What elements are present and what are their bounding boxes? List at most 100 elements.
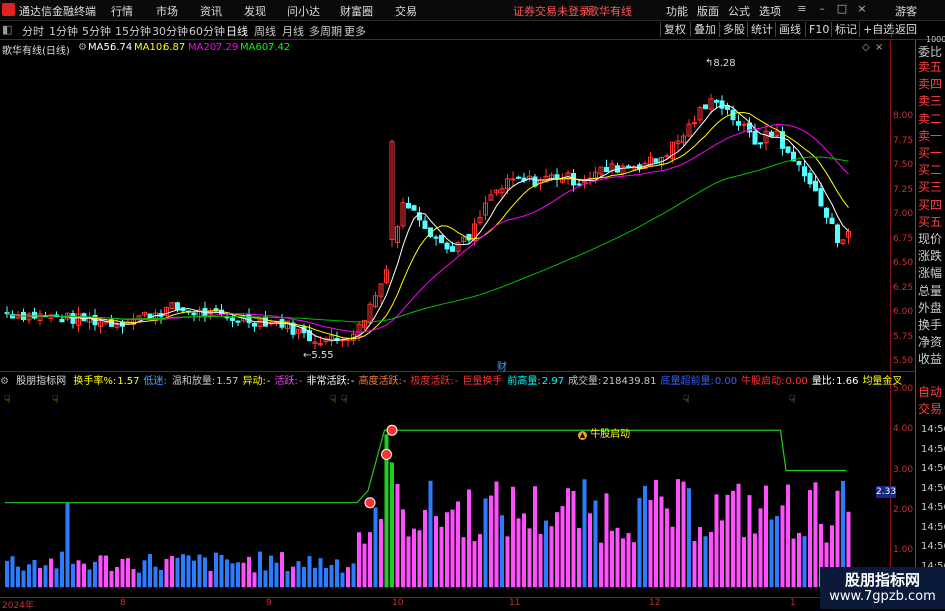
x-tick-year: 2024年: [2, 601, 34, 611]
volume-bar: [533, 486, 537, 588]
period-daily[interactable]: 日线: [226, 23, 248, 39]
period-intraday[interactable]: 分时: [22, 23, 44, 39]
price-y-tick: 7.75: [893, 135, 914, 146]
side-item[interactable]: 涨跌: [918, 249, 945, 263]
menu-layout[interactable]: 版面: [697, 3, 719, 19]
side-weibi-label: 委比: [918, 45, 943, 59]
volume-bar: [522, 513, 526, 588]
maximize-icon[interactable]: □: [835, 2, 849, 16]
stats-button[interactable]: 统计: [747, 22, 776, 37]
volume-bar: [742, 537, 746, 588]
trade-login-notice[interactable]: 证券交易未登录: [513, 3, 590, 19]
volume-bar: [599, 542, 603, 588]
side-item[interactable]: 卖三: [918, 94, 945, 108]
indicator-field: 非常活跃:-: [306, 376, 354, 386]
price-y-tick: 6.00: [893, 307, 914, 317]
side-item[interactable]: 现价: [918, 232, 945, 246]
price-y-tick: 5.75: [893, 331, 914, 342]
period-1min[interactable]: 1分钟: [49, 23, 78, 39]
period-more[interactable]: 更多: [344, 23, 366, 39]
back-button[interactable]: 返回: [891, 22, 920, 37]
finance-event-tag[interactable]: 财: [497, 358, 507, 373]
menu-icon[interactable]: ≡: [795, 2, 809, 16]
side-item[interactable]: 净资: [918, 335, 945, 349]
volume-bar: [665, 508, 669, 588]
menu-options[interactable]: 选项: [759, 3, 781, 19]
side-item[interactable]: 换手: [918, 318, 945, 332]
menu-item-trade[interactable]: 交易: [395, 3, 417, 19]
period-weekly[interactable]: 周线: [254, 23, 276, 39]
side-auto-label[interactable]: 自动: [918, 385, 945, 399]
close-icon[interactable]: ×: [855, 2, 869, 16]
volume-bar: [687, 488, 691, 588]
side-trade-label[interactable]: 交易: [918, 402, 945, 416]
candle-body: [263, 316, 268, 327]
period-60min[interactable]: 60分钟: [189, 23, 225, 39]
ma60-line: [6, 156, 849, 323]
stock-name-notice[interactable]: 歌华有线: [588, 3, 632, 19]
side-item[interactable]: 买三: [918, 180, 945, 194]
side-item[interactable]: 卖五: [918, 60, 945, 74]
side-item[interactable]: 收益: [918, 352, 945, 366]
volume-bar: [500, 515, 504, 588]
f10-button[interactable]: F10: [805, 22, 832, 37]
volume-bar: [324, 567, 328, 588]
side-item[interactable]: 买一: [918, 146, 945, 160]
candle-body: [807, 172, 813, 185]
volume-bar: [676, 479, 680, 588]
menu-function[interactable]: 功能: [666, 3, 688, 19]
volume-bar: [247, 556, 251, 588]
side-item[interactable]: 买五: [918, 215, 945, 229]
minimize-icon[interactable]: –: [815, 2, 829, 16]
price-y-tick: 7.50: [893, 160, 914, 170]
draw-button[interactable]: 画线: [775, 22, 804, 37]
menu-item-news[interactable]: 资讯: [200, 3, 222, 19]
candle-body: [730, 109, 736, 121]
side-item[interactable]: 外盘: [918, 301, 945, 315]
ma5-line: [6, 104, 849, 341]
volume-bar: [10, 556, 15, 588]
menu-item-discover[interactable]: 发现: [244, 3, 266, 19]
toolbar-toggle-icon[interactable]: ◧: [2, 23, 12, 36]
signal-dot: [386, 424, 398, 436]
side-item[interactable]: 卖一: [918, 129, 945, 143]
menu-item-market[interactable]: 市场: [156, 3, 178, 19]
mark-button[interactable]: 标记: [831, 22, 860, 37]
volume-bar: [654, 479, 658, 588]
low-price-label: ←5.55: [303, 350, 334, 361]
side-item[interactable]: 总量: [918, 284, 945, 298]
indicator-field-label: 异动:: [242, 376, 266, 386]
period-30min[interactable]: 30分钟: [152, 23, 188, 39]
indicator-y-tick: 4.00: [893, 424, 914, 435]
menu-item-quotes[interactable]: 行情: [111, 3, 133, 19]
candlestick-chart[interactable]: [0, 40, 915, 597]
menu-item-wealth[interactable]: 财富圈: [340, 3, 373, 19]
multi-stock-button[interactable]: 多股: [719, 22, 748, 37]
volume-bar: [87, 569, 92, 588]
volume-bar: [203, 557, 207, 588]
indicator-y-tick: 3.00: [893, 464, 914, 475]
volume-bar: [494, 481, 499, 588]
period-5min[interactable]: 5分钟: [82, 23, 111, 39]
menu-item-ask[interactable]: 问小达: [287, 3, 320, 19]
indicator-field-value: 218439.81: [602, 376, 657, 386]
period-15min[interactable]: 15分钟: [115, 23, 151, 39]
overlay-button[interactable]: 叠加: [690, 22, 719, 37]
period-monthly[interactable]: 月线: [282, 23, 304, 39]
side-item[interactable]: 涨幅: [918, 266, 945, 280]
indicator-settings-icon[interactable]: ⚙: [0, 376, 9, 386]
volume-bar: [692, 540, 697, 588]
side-item[interactable]: 买四: [918, 198, 945, 212]
side-item[interactable]: 卖二: [918, 112, 945, 126]
volume-bar: [98, 555, 103, 588]
volume-bar: [610, 530, 614, 588]
guest-label[interactable]: 游客: [895, 3, 917, 19]
period-multi[interactable]: 多周期: [309, 23, 342, 39]
volume-bar: [368, 532, 372, 588]
menu-formula[interactable]: 公式: [728, 3, 750, 19]
time-tick: 14:56: [921, 463, 945, 474]
side-item[interactable]: 买二: [918, 163, 945, 177]
indicator-field-value: 2.97: [541, 376, 565, 386]
side-item[interactable]: 卖四: [918, 77, 945, 91]
adjust-button[interactable]: 复权: [660, 22, 689, 37]
